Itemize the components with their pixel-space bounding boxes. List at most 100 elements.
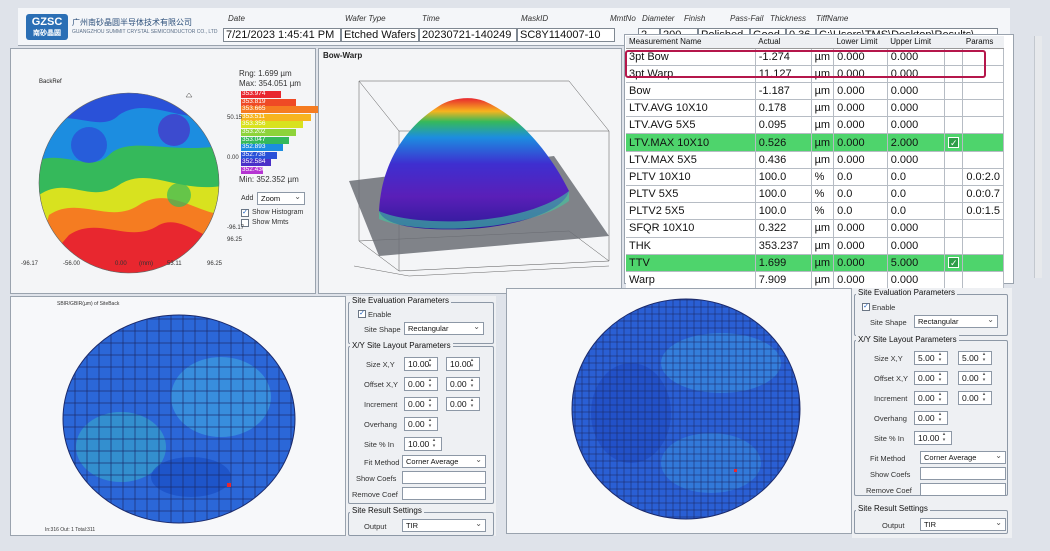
increment-x-input[interactable]: 0.00 bbox=[914, 391, 948, 405]
table-row[interactable]: PLTV 10X10 100.0% 0.0 0.0 0.0:2.0 bbox=[626, 168, 1004, 187]
pass-check-cell[interactable] bbox=[944, 168, 964, 187]
enable-checkbox[interactable]: ✓ bbox=[862, 303, 870, 311]
table-row[interactable]: LTV.MAX 5X5 0.436 µm 0.000 0.000 bbox=[626, 151, 1004, 169]
offset-y-input[interactable]: 0.00 bbox=[446, 377, 480, 391]
show-histogram-checkbox[interactable]: ✓ bbox=[241, 209, 249, 217]
pass-check-cell[interactable] bbox=[944, 82, 964, 101]
params-cell bbox=[962, 133, 1004, 152]
col-measurement-name[interactable]: Measurement Name bbox=[626, 36, 756, 49]
upper-limit-cell: 5.000 bbox=[887, 254, 946, 272]
site-percent-input[interactable]: 10.00 bbox=[914, 431, 952, 445]
size-y-input[interactable]: 10.00 bbox=[446, 357, 480, 371]
table-row[interactable]: LTV.AVG 10X10 0.178 µm 0.000 0.000 bbox=[626, 99, 1004, 118]
unit-cell: µm bbox=[811, 99, 835, 118]
show-coefs-field[interactable] bbox=[920, 467, 1006, 480]
output-label: Output bbox=[882, 521, 905, 530]
col-lower-limit[interactable]: Lower Limit bbox=[833, 36, 888, 49]
increment-x-input[interactable]: 0.00 bbox=[404, 397, 438, 411]
measurement-name-cell: LTV.MAX 5X5 bbox=[626, 151, 756, 169]
table-row[interactable]: LTV.AVG 5X5 0.095 µm 0.000 0.000 bbox=[626, 116, 1004, 135]
pass-check-cell[interactable] bbox=[944, 151, 964, 169]
remove-coef-field[interactable] bbox=[920, 483, 1006, 496]
actual-value-cell: 1.699 bbox=[755, 254, 812, 272]
fit-method-dropdown[interactable]: Corner Average bbox=[920, 450, 1006, 464]
table-row[interactable]: Warp 7.909 µm 0.000 0.000 bbox=[626, 271, 1004, 290]
col-check bbox=[944, 36, 963, 49]
offset-x-input[interactable]: 0.00 bbox=[914, 371, 948, 385]
table-row[interactable]: PLTV 5X5 100.0% 0.0 0.0 0.0:0.7 bbox=[626, 185, 1004, 204]
site-map-left-panel: SBIR/GBIR(µm) of SiteBack In:316 Out: 1 … bbox=[10, 296, 346, 536]
increment-y-input[interactable]: 0.00 bbox=[958, 391, 992, 405]
output-dropdown[interactable]: TIR bbox=[920, 517, 1006, 531]
table-row[interactable]: TTV 1.699 µm 0.000 5.000 ✓ bbox=[626, 254, 1004, 272]
overhang-input[interactable]: 0.00 bbox=[404, 417, 438, 431]
offset-y-input[interactable]: 0.00 bbox=[958, 371, 992, 385]
add-dropdown[interactable]: Zoom bbox=[257, 191, 305, 205]
upper-limit-cell: 0.000 bbox=[887, 82, 946, 101]
x-tick: 53.11 bbox=[167, 261, 182, 267]
site-shape-dropdown[interactable]: Rectangular bbox=[404, 321, 484, 335]
fit-method-dropdown[interactable]: Corner Average bbox=[402, 454, 486, 468]
wafer-type-label: Wafer Type bbox=[345, 14, 386, 23]
legend-entry: 352.430 bbox=[241, 166, 266, 174]
lower-limit-cell: 0.000 bbox=[833, 219, 888, 238]
site-percent-input[interactable]: 10.00 bbox=[404, 437, 442, 451]
size-x-input[interactable]: 10.00 bbox=[404, 357, 438, 371]
table-row[interactable]: LTV.MAX 10X10 0.526 µm 0.000 2.000 ✓ bbox=[626, 133, 1004, 152]
pass-check-cell[interactable] bbox=[944, 219, 964, 238]
fit-method-label: Fit Method bbox=[870, 454, 906, 463]
show-coefs-field[interactable] bbox=[402, 471, 486, 484]
actual-value-cell: 353.237 bbox=[755, 237, 812, 255]
enable-checkbox[interactable]: ✓ bbox=[358, 310, 366, 318]
site-map-left-grid[interactable] bbox=[51, 307, 307, 529]
overhang-input[interactable]: 0.00 bbox=[914, 411, 948, 425]
table-row[interactable]: THK 353.237 µm 0.000 0.000 bbox=[626, 237, 1004, 255]
bow-warp-3d-plot[interactable] bbox=[319, 61, 619, 291]
col-params[interactable]: Params bbox=[962, 36, 1004, 49]
unit-cell: % bbox=[811, 185, 835, 204]
table-row[interactable]: PLTV2 5X5 100.0% 0.0 0.0 0.0:1.5 bbox=[626, 202, 1004, 221]
upper-limit-cell: 0.000 bbox=[887, 237, 946, 255]
tiffname-label: TiffName bbox=[816, 14, 849, 23]
pass-check-cell[interactable] bbox=[944, 116, 964, 135]
backref-wafer-map[interactable] bbox=[29, 85, 227, 281]
x-tick: 96.25 bbox=[207, 261, 223, 267]
legend-value: 353.356 bbox=[242, 120, 266, 128]
actual-value-cell: 0.095 bbox=[755, 116, 812, 135]
output-dropdown[interactable]: TIR bbox=[402, 518, 486, 532]
increment-y-input[interactable]: 0.00 bbox=[446, 397, 480, 411]
pass-check-cell[interactable] bbox=[944, 271, 964, 290]
table-scrollbar[interactable] bbox=[1034, 36, 1042, 278]
date-label: Date bbox=[228, 14, 245, 23]
pass-check-cell[interactable] bbox=[944, 185, 964, 204]
checkmark-icon[interactable]: ✓ bbox=[948, 256, 960, 268]
table-row[interactable]: Bow -1.187 µm 0.000 0.000 bbox=[626, 82, 1004, 101]
finish-label: Finish bbox=[684, 14, 706, 23]
legend-value: 352.738 bbox=[242, 150, 266, 158]
pass-check-cell[interactable] bbox=[944, 237, 964, 255]
pass-check-cell[interactable] bbox=[944, 202, 964, 221]
unit-cell: µm bbox=[811, 271, 835, 290]
company-logo: GZSC 南砂晶圆 广州南砂晶圆半导体技术有限公司 GUANGZHOU SUMMI… bbox=[26, 14, 217, 40]
site-shape-dropdown[interactable]: Rectangular bbox=[914, 314, 998, 328]
time-value: 20230721-140249 bbox=[419, 28, 517, 42]
size-x-input[interactable]: 5.00 bbox=[914, 351, 948, 365]
measurement-name-cell: LTV.AVG 5X5 bbox=[626, 116, 756, 135]
measurement-name-cell: LTV.MAX 10X10 bbox=[626, 133, 756, 152]
pass-check-cell[interactable]: ✓ bbox=[944, 254, 964, 272]
table-row[interactable]: SFQR 10X10 0.322 µm 0.000 0.000 bbox=[626, 219, 1004, 238]
lower-limit-cell: 0.000 bbox=[833, 151, 888, 169]
offset-label: Offset X,Y bbox=[874, 374, 909, 383]
remove-coef-field[interactable] bbox=[402, 487, 486, 500]
checkmark-icon[interactable]: ✓ bbox=[948, 136, 960, 148]
measurement-name-cell: Warp bbox=[626, 271, 756, 290]
unit-cell: µm bbox=[811, 82, 835, 101]
pass-check-cell[interactable]: ✓ bbox=[944, 133, 964, 152]
size-y-input[interactable]: 5.00 bbox=[958, 351, 992, 365]
col-upper-limit[interactable]: Upper Limit bbox=[887, 36, 945, 49]
lower-limit-cell: 0.000 bbox=[833, 271, 888, 290]
pass-check-cell[interactable] bbox=[944, 99, 964, 118]
col-actual[interactable]: Actual bbox=[755, 36, 812, 49]
offset-x-input[interactable]: 0.00 bbox=[404, 377, 438, 391]
site-map-right-grid[interactable] bbox=[561, 293, 811, 529]
